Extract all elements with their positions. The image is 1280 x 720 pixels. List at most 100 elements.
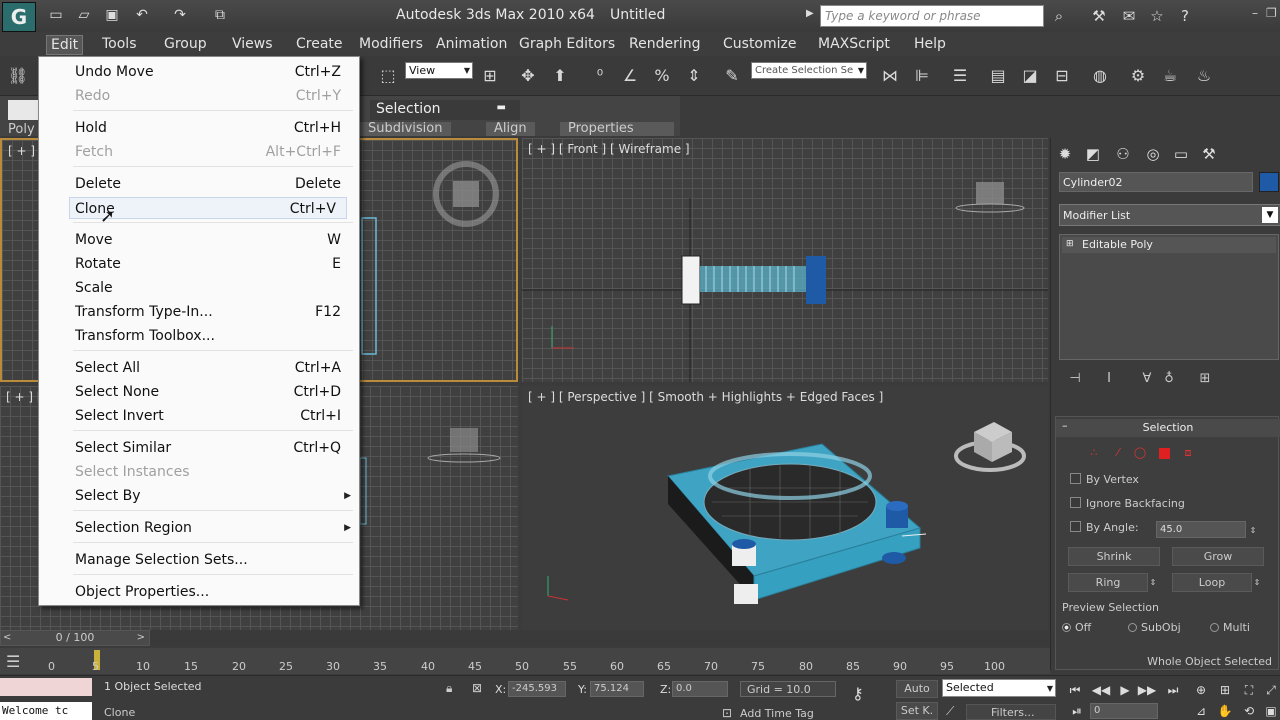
- pivot-icon[interactable]: ⊞: [478, 64, 502, 88]
- motion-tab-icon[interactable]: ◎: [1141, 142, 1165, 166]
- time-slider[interactable]: <0 / 100 >: [0, 630, 150, 646]
- layer-manager-icon[interactable]: ☰: [948, 64, 972, 88]
- menu-item-undo-move[interactable]: Undo Move Ctrl+Z: [75, 61, 341, 83]
- ribbon-tab-subdivision[interactable]: Subdivision: [360, 122, 451, 136]
- lock-icon[interactable]: 🔒︎: [446, 681, 452, 696]
- menu-item-select-by[interactable]: Select By ▶: [75, 485, 351, 507]
- graphite-toggle-icon[interactable]: ▤: [986, 64, 1010, 88]
- object-color-swatch[interactable]: [1259, 172, 1279, 192]
- named-selection-set-select[interactable]: Create Selection Se ▼: [751, 62, 867, 79]
- modifier-stack-item[interactable]: ⊞ Editable Poly: [1062, 237, 1276, 253]
- maxscript-input[interactable]: Welcome tc: [0, 702, 92, 720]
- menu-item-select-invert[interactable]: Select Invert Ctrl+I: [75, 405, 341, 427]
- binoculars-icon[interactable]: ⌕: [1048, 6, 1070, 26]
- preview-subobj-radio[interactable]: SubObj: [1128, 621, 1181, 634]
- show-end-result-icon[interactable]: Ⅰ: [1099, 370, 1119, 388]
- key-tools-icon[interactable]: ⚒: [1088, 6, 1110, 26]
- loop-button[interactable]: Loop: [1172, 573, 1252, 592]
- angle-input[interactable]: 45.0: [1156, 521, 1246, 538]
- snap-3d-icon[interactable]: ⁰: [588, 64, 612, 88]
- by-vertex-checkbox[interactable]: By Vertex: [1070, 473, 1139, 489]
- time-slider-next-icon[interactable]: >: [137, 631, 145, 645]
- ribbon-tool-button[interactable]: [8, 100, 40, 120]
- spinner-snap-icon[interactable]: ⇕: [682, 64, 706, 88]
- menu-item-transform-toolbox[interactable]: Transform Toolbox...: [75, 325, 341, 347]
- add-time-tag-button[interactable]: Add Time Tag: [740, 707, 814, 720]
- scale-icon[interactable]: ⬚: [376, 64, 400, 88]
- key-filter-icon[interactable]: ⟋: [946, 704, 954, 719]
- maximize-viewport-icon[interactable]: ▣: [1260, 702, 1280, 720]
- menu-item-transform-type-in[interactable]: Transform Type-In... F12: [75, 301, 341, 323]
- shrink-button[interactable]: Shrink: [1068, 547, 1160, 566]
- manipulate-icon[interactable]: ✥: [516, 64, 540, 88]
- menu-customize[interactable]: Customize: [719, 35, 801, 55]
- app-logo-button[interactable]: G: [2, 2, 36, 32]
- time-slider-track[interactable]: [150, 630, 1050, 646]
- key-mode-select[interactable]: Selected ▼: [942, 679, 1056, 697]
- pin-stack-icon[interactable]: ⊣: [1065, 370, 1085, 388]
- go-to-start-icon[interactable]: ⏮: [1064, 681, 1086, 699]
- x-coordinate-field[interactable]: -245.593: [508, 681, 566, 697]
- undo-icon[interactable]: ↶: [132, 6, 152, 24]
- menu-views[interactable]: Views: [228, 35, 277, 55]
- preview-multi-radio[interactable]: Multi: [1210, 621, 1250, 634]
- menu-item-scale[interactable]: Scale: [75, 277, 341, 299]
- angle-spinner[interactable]: ⇕: [1248, 521, 1258, 540]
- menu-item-object-properties[interactable]: Object Properties...: [75, 581, 341, 603]
- set-key-button[interactable]: Set K.: [896, 702, 938, 720]
- material-editor-icon[interactable]: ◍: [1088, 64, 1112, 88]
- track-bar[interactable]: ☰ 0 5 10 15 20 25 30 35 40 45 50 55 60 6…: [0, 648, 1050, 674]
- make-unique-icon[interactable]: ∀: [1137, 370, 1157, 388]
- align-icon[interactable]: ⊫: [910, 64, 934, 88]
- expand-plus-icon[interactable]: ⊞: [1066, 239, 1074, 249]
- viewport-front[interactable]: [ + ] [ Front ] [ Wireframe ]: [522, 138, 1048, 382]
- menu-rendering[interactable]: Rendering: [625, 35, 705, 55]
- polygon-subobject-icon[interactable]: [1156, 445, 1172, 461]
- vertex-subobject-icon[interactable]: ∴: [1086, 445, 1102, 461]
- border-subobject-icon[interactable]: ◯: [1132, 445, 1148, 461]
- hierarchy-tab-icon[interactable]: ⚇: [1111, 142, 1135, 166]
- link-icon[interactable]: ⛓: [6, 64, 30, 88]
- orbit-icon[interactable]: ⟲: [1238, 702, 1260, 720]
- schematic-view-icon[interactable]: ⊟: [1050, 64, 1074, 88]
- menu-item-rotate[interactable]: Rotate E: [75, 253, 341, 275]
- element-subobject-icon[interactable]: ⧈: [1180, 445, 1196, 461]
- time-slider-prev-icon[interactable]: <: [3, 631, 11, 645]
- menu-create[interactable]: Create: [292, 35, 347, 55]
- angle-snap-icon[interactable]: ∠: [618, 64, 642, 88]
- menu-item-fetch[interactable]: Fetch Alt+Ctrl+F: [75, 141, 341, 163]
- new-file-icon[interactable]: ▭: [46, 6, 66, 24]
- project-folder-icon[interactable]: ⧉: [210, 6, 230, 24]
- ring-spinner[interactable]: ⇕: [1148, 573, 1158, 592]
- curve-editor-icon[interactable]: ◪: [1018, 64, 1042, 88]
- object-name-field[interactable]: Cylinder02: [1059, 172, 1253, 192]
- rollout-title[interactable]: Selection: [1056, 419, 1280, 437]
- collapse-minus-icon[interactable]: –: [1062, 419, 1068, 432]
- menu-maxscript[interactable]: MAXScript: [814, 35, 894, 55]
- redo-icon[interactable]: ↷: [170, 6, 190, 24]
- modify-tab-icon[interactable]: ◩: [1081, 142, 1105, 166]
- by-angle-checkbox[interactable]: By Angle:: [1070, 521, 1139, 537]
- current-frame-field[interactable]: 0: [1090, 703, 1158, 719]
- edge-subobject-icon[interactable]: ⁄: [1110, 445, 1126, 461]
- time-tag-icon[interactable]: ⊡: [722, 706, 732, 720]
- ribbon-selection-panel[interactable]: Selection ▬: [370, 100, 520, 120]
- zoom-icon[interactable]: ⊕: [1190, 681, 1212, 699]
- open-file-icon[interactable]: ▱: [74, 6, 94, 24]
- configure-sets-icon[interactable]: ⊞: [1195, 370, 1215, 388]
- set-key-icon[interactable]: ⚷: [852, 684, 864, 703]
- minimize-icon[interactable]: –: [1252, 6, 1264, 20]
- menu-graph-editors[interactable]: Graph Editors: [515, 35, 619, 55]
- menu-item-select-instances[interactable]: Select Instances: [75, 461, 341, 483]
- search-expand-icon[interactable]: ▶: [806, 8, 814, 19]
- menu-item-select-similar[interactable]: Select Similar Ctrl+Q: [75, 437, 341, 459]
- key-mode-toggle-icon[interactable]: ⏯: [1066, 702, 1088, 720]
- play-icon[interactable]: ▶: [1114, 681, 1136, 699]
- menu-item-move[interactable]: Move W: [75, 229, 341, 251]
- next-frame-icon[interactable]: ▶▶: [1136, 681, 1158, 699]
- save-icon[interactable]: ▣: [102, 6, 122, 24]
- y-coordinate-field[interactable]: 75.124: [590, 681, 644, 697]
- pan-icon[interactable]: ✋: [1214, 702, 1236, 720]
- zoom-extents-all-icon[interactable]: ⤢: [1260, 681, 1280, 699]
- help-icon[interactable]: ?: [1174, 6, 1196, 26]
